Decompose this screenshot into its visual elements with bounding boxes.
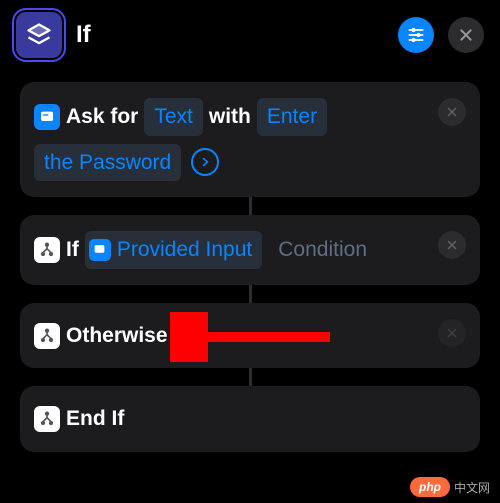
variable-label: Provided Input — [117, 233, 252, 267]
page-title: If — [76, 21, 384, 49]
watermark-brand: php — [410, 477, 450, 497]
branch-icon — [34, 406, 60, 432]
action-card-if[interactable]: If Provided Input Condition — [20, 215, 480, 285]
if-prefix: If — [66, 233, 79, 267]
ask-mid: with — [209, 100, 251, 134]
header: If — [0, 0, 500, 74]
close-icon — [446, 327, 458, 339]
ask-prefix: Ask for — [66, 100, 138, 134]
settings-button[interactable] — [398, 17, 434, 53]
chevron-right-icon — [199, 156, 211, 168]
watermark: php 中文网 — [410, 477, 490, 497]
close-icon — [458, 27, 474, 43]
delete-card-button[interactable] — [438, 231, 466, 259]
prompt-token-part1[interactable]: Enter — [257, 98, 327, 136]
delete-card-button[interactable] — [438, 98, 466, 126]
action-card-end-if[interactable]: End If — [20, 386, 480, 452]
otherwise-label: Otherwise — [66, 319, 168, 353]
type-token[interactable]: Text — [144, 98, 203, 136]
condition-placeholder[interactable]: Condition — [268, 231, 377, 269]
sliders-icon — [406, 25, 426, 45]
expand-button[interactable] — [191, 148, 219, 176]
branch-icon — [34, 323, 60, 349]
input-var-icon — [89, 239, 111, 261]
close-button[interactable] — [448, 17, 484, 53]
branch-icon — [34, 237, 60, 263]
connector-line — [249, 285, 252, 303]
workflow-content: Ask for Text with Enter the Password If … — [0, 74, 500, 460]
layers-icon — [25, 21, 53, 49]
endif-label: End If — [66, 402, 124, 436]
close-icon — [446, 239, 458, 251]
action-card-otherwise[interactable]: Otherwise — [20, 303, 480, 369]
variable-token[interactable]: Provided Input — [85, 231, 262, 269]
connector-line — [249, 197, 252, 215]
prompt-token-part2[interactable]: the Password — [34, 144, 181, 182]
connector-line — [249, 368, 252, 386]
delete-card-button[interactable] — [438, 319, 466, 347]
if-app-icon[interactable] — [16, 12, 62, 58]
action-card-ask-for-input[interactable]: Ask for Text with Enter the Password — [20, 82, 480, 197]
close-icon — [446, 106, 458, 118]
ask-input-icon — [34, 104, 60, 130]
watermark-site: 中文网 — [454, 479, 490, 496]
